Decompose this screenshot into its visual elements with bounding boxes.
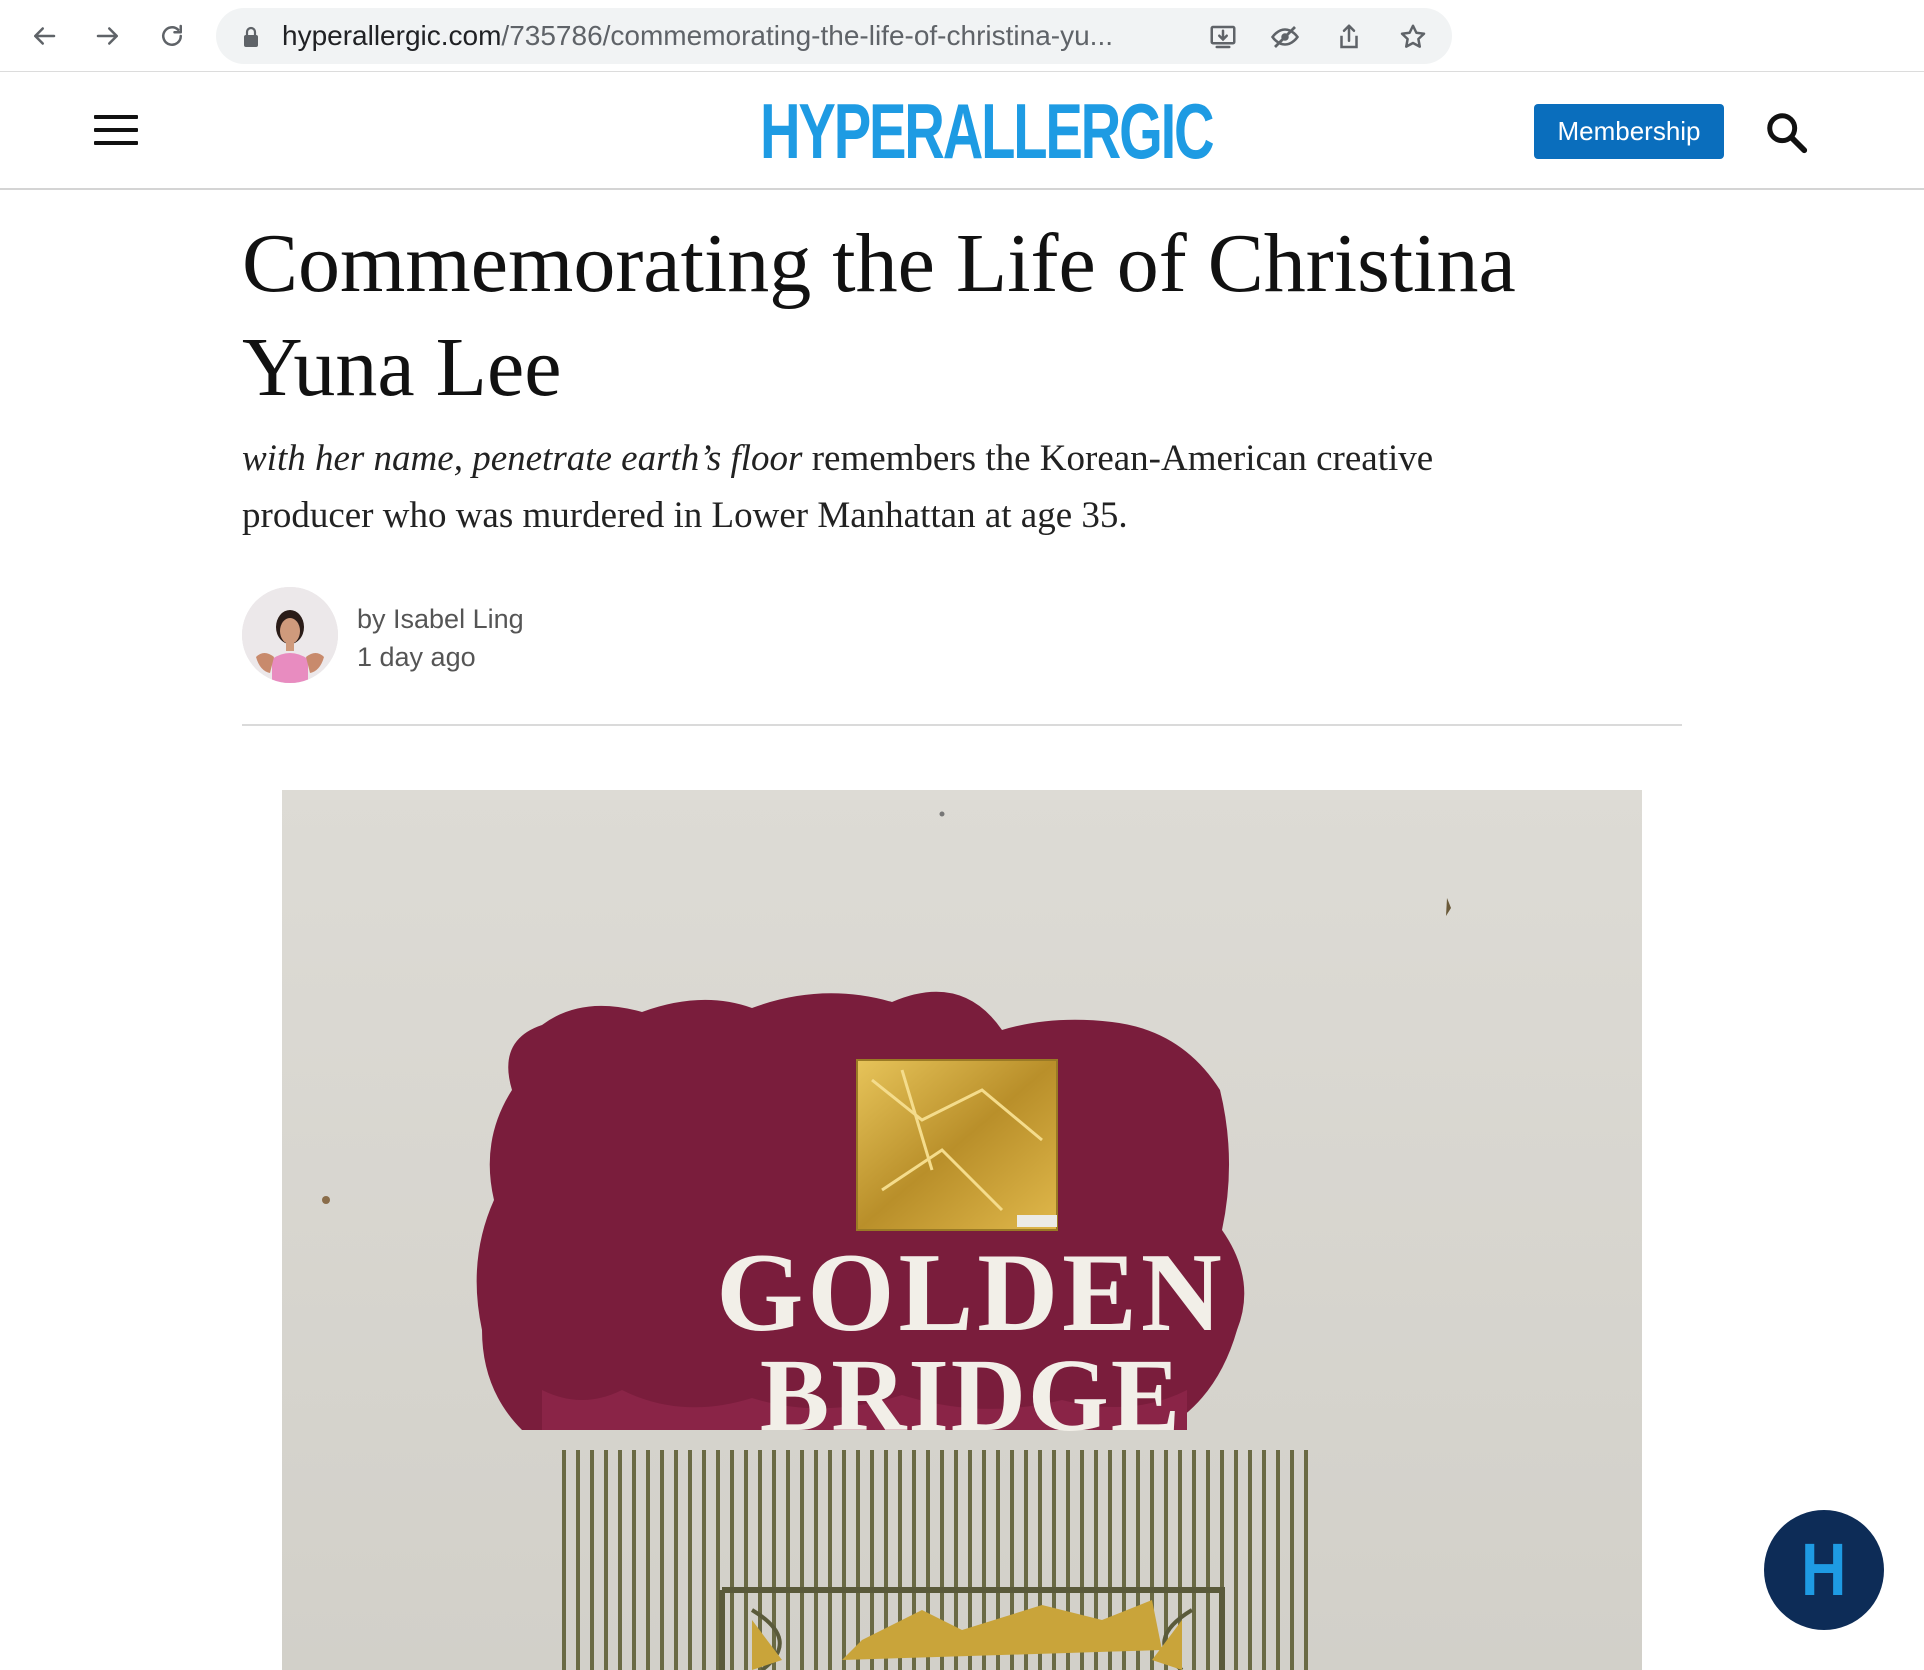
address-bar[interactable]: hyperallergic.com/735786/commemorating-t… [216, 8, 1452, 64]
author-name[interactable]: by Isabel Ling [357, 600, 524, 638]
url-host: hyperallergic.com [282, 20, 502, 51]
publish-date: 1 day ago [357, 642, 476, 672]
reload-button[interactable] [152, 16, 192, 56]
share-icon[interactable] [1334, 22, 1364, 52]
hyperallergic-floating-button[interactable]: H [1764, 1510, 1884, 1630]
painting-text-bridge: BRIDGE [760, 1338, 1182, 1453]
article-dek: with her name, penetrate earth’s floor r… [242, 430, 1482, 544]
search-icon[interactable] [1764, 110, 1810, 156]
site-header: HYPERALLERGIC Membership [0, 73, 1924, 190]
browser-toolbar: hyperallergic.com/735786/commemorating-t… [0, 0, 1924, 72]
painting-text-golden: GOLDEN [716, 1231, 1225, 1355]
menu-icon[interactable] [94, 115, 138, 147]
lock-icon [244, 26, 258, 47]
membership-button[interactable]: Membership [1534, 104, 1724, 159]
url-text: hyperallergic.com/735786/commemorating-t… [282, 8, 1113, 64]
forward-button[interactable] [88, 16, 128, 56]
reload-icon [162, 24, 182, 46]
hero-image: GOLDEN BRIDGE [282, 790, 1642, 1670]
author-avatar[interactable] [242, 587, 338, 683]
article-title: Commemorating the Life of Christina Yuna… [242, 217, 1516, 414]
url-path: /735786/commemorating-the-life-of-christ… [501, 20, 1114, 51]
dek-italic: with her name, penetrate earth’s floor [242, 438, 803, 479]
arrow-left-icon [34, 27, 56, 45]
star-icon[interactable] [1398, 22, 1428, 52]
install-app-icon[interactable] [1208, 22, 1238, 52]
byline: by Isabel Ling 1 day ago [357, 600, 524, 676]
author-photo [242, 587, 338, 683]
divider [242, 724, 1682, 726]
float-button-label: H [1801, 1528, 1847, 1611]
eye-slash-icon[interactable] [1270, 22, 1300, 52]
site-logo[interactable]: HYPERALLERGIC [760, 91, 1215, 171]
arrow-right-icon [96, 27, 118, 45]
painting: GOLDEN BRIDGE [282, 790, 1642, 1670]
back-button[interactable] [24, 16, 64, 56]
